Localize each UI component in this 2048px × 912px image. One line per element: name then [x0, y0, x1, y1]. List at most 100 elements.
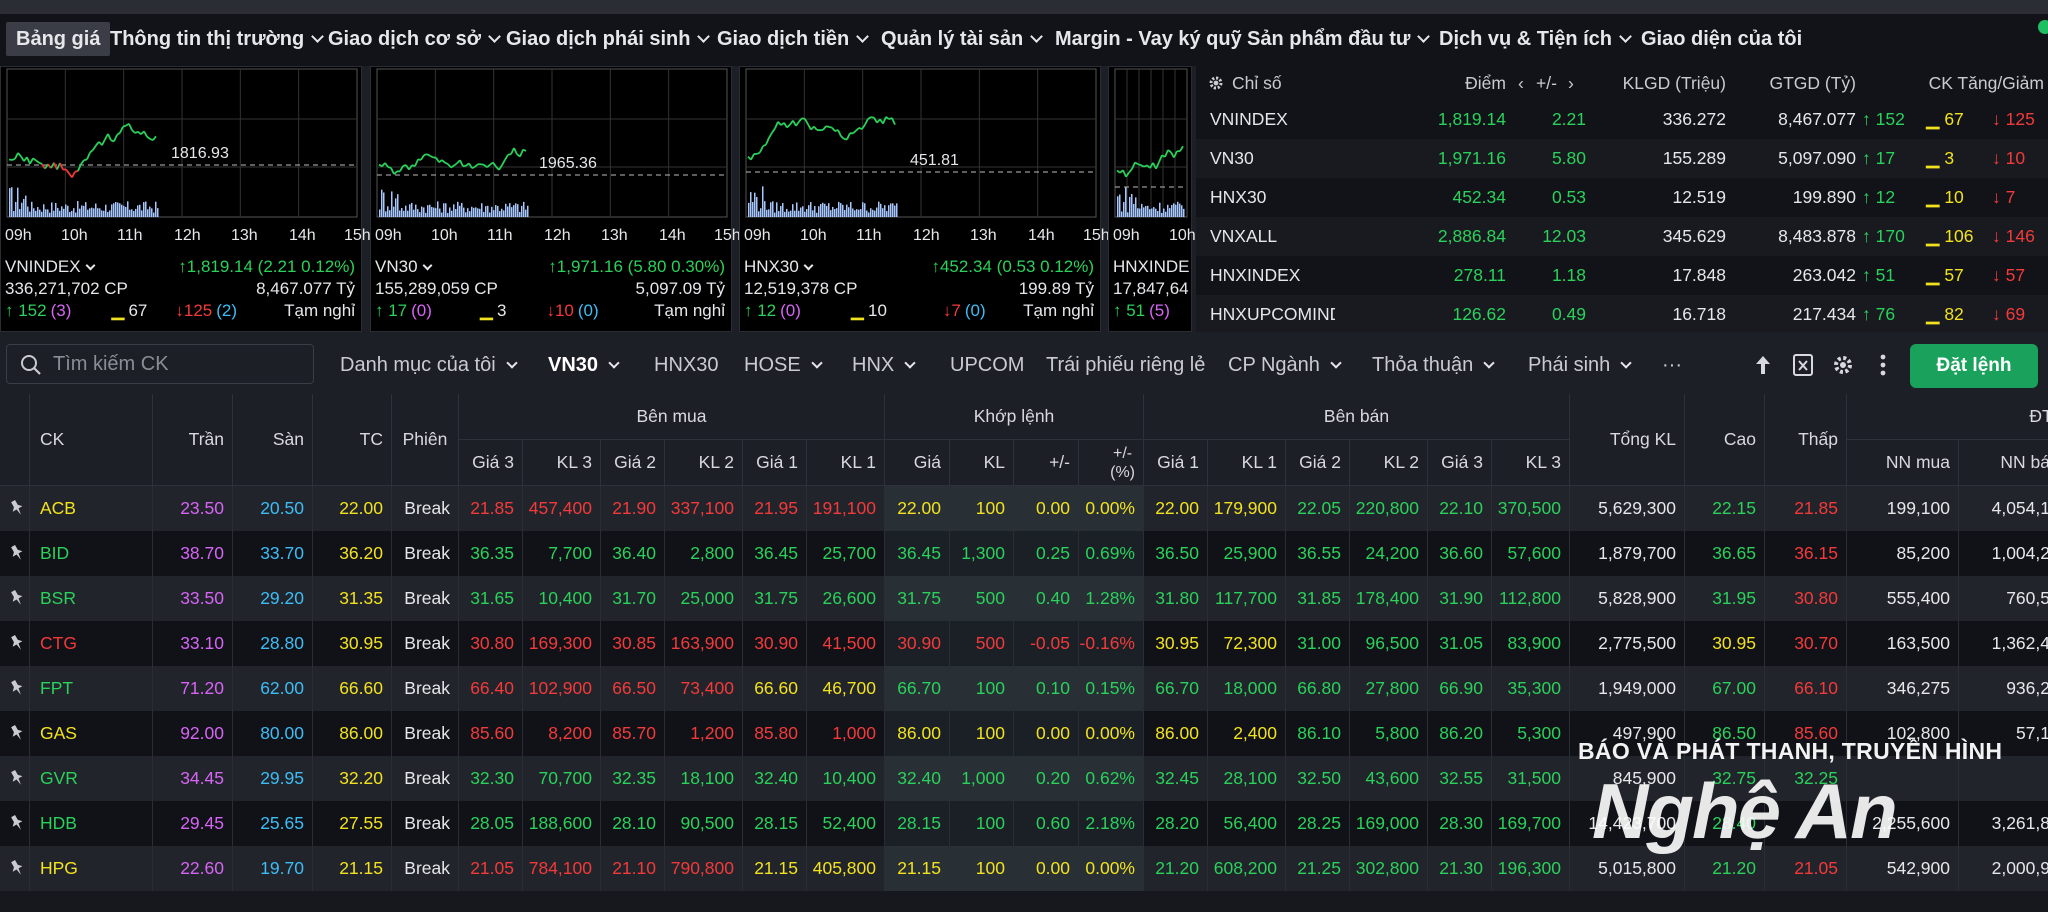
index-chart-card[interactable]: 1816.93 09h 10h 11h 12h 13h 14h 15h VNINDEX ↑1,81…	[0, 66, 371, 332]
watchlist-tab-7[interactable]: CP Ngành	[1228, 350, 1342, 380]
watchlist-tab-0[interactable]: Danh mục của tôi	[340, 350, 518, 380]
index-row[interactable]: HNX30 452.34 0.53 12.519 199.890 ↑ 12 ▁ 10 ↓ 7	[1196, 178, 2048, 217]
index-row[interactable]: VN30 1,971.16 5.80 155.289 5,097.090 ↑ 17 ▁ 3 ↓…	[1196, 139, 2048, 178]
nav-item-5[interactable]: Quản lý tài sản	[881, 22, 1044, 56]
watchlist-tab-9[interactable]: Phái sinh	[1528, 350, 1632, 380]
index-volume: 17.848	[1672, 265, 1726, 285]
index-row[interactable]: HNXINDEX 278.11 1.18 17.848 263.042 ↑ 51 ▁ 57 ↓…	[1196, 256, 2048, 295]
volume-bar	[19, 209, 21, 217]
cell-bk2: 790,800	[665, 846, 743, 891]
chevron-right-icon[interactable]: ›	[1568, 66, 1574, 100]
watchlist-tab-8[interactable]: Thỏa thuận	[1372, 350, 1495, 380]
price-line-segment	[11, 158, 16, 161]
volume-bar	[1177, 201, 1179, 217]
volume-bar	[872, 209, 874, 217]
cell-ref: 31.35	[313, 576, 392, 621]
watchlist-tab-3[interactable]: HOSE	[744, 350, 823, 380]
header-match-group: Khớp lệnh	[885, 394, 1144, 440]
pin-cell[interactable]	[0, 621, 30, 666]
cell-ck[interactable]: BID	[30, 531, 153, 576]
price-line-segment	[17, 152, 22, 157]
volume-bar	[892, 203, 894, 217]
pin-cell[interactable]	[0, 846, 30, 891]
index-chart-card[interactable]: 09h 10h HNXINDE 17,847,64 ↑ 51 (5)	[1108, 66, 1196, 332]
nav-item-4[interactable]: Giao dịch tiền	[717, 22, 870, 56]
volume-bar	[846, 204, 848, 217]
volume-bar	[149, 206, 151, 217]
volume-bar	[397, 194, 399, 217]
settings-icon[interactable]	[1830, 352, 1856, 378]
cell-b3: 85.60	[459, 711, 523, 756]
watchlist-tab-10[interactable]: ···	[1662, 350, 1682, 380]
pin-cell[interactable]	[0, 711, 30, 756]
pin-cell[interactable]	[0, 576, 30, 621]
volume-bar	[1145, 206, 1147, 217]
cell-ck[interactable]: BSR	[30, 576, 153, 621]
cell-ck[interactable]: GVR	[30, 756, 153, 801]
search-box[interactable]	[6, 344, 314, 384]
header-ask-sub: KL 3	[1492, 440, 1570, 486]
stock-row[interactable]: ACB 23.50 20.50 22.00 Break 21.85 457,400 21.90…	[0, 486, 2048, 531]
nav-item-3[interactable]: Giao dịch phái sinh	[506, 22, 711, 56]
cell-bk1: 191,100	[807, 486, 885, 531]
index-name[interactable]: VN30	[375, 257, 432, 277]
nav-item-9[interactable]: Giao diện của tôi	[1641, 22, 1802, 56]
cell-ak2: 169,000	[1350, 801, 1428, 846]
index-row[interactable]: HNXUPCOMINDE126.620.4916.718217.434↑ 76▁…	[1196, 295, 2048, 334]
nav-item-2[interactable]: Giao dịch cơ sở	[328, 22, 501, 56]
stock-row[interactable]: BID 38.70 33.70 36.20 Break 36.35 7,700 36.40 2,…	[0, 531, 2048, 576]
watchlist-tab-6[interactable]: Trái phiếu riêng lẻ	[1046, 350, 1205, 380]
nav-item-6[interactable]: Margin - Vay ký quỹ	[1055, 22, 1242, 56]
arrow-up-icon[interactable]	[1750, 352, 1776, 378]
cell-ref: 21.15	[313, 846, 392, 891]
cell-ck[interactable]: FPT	[30, 666, 153, 711]
index-value: 263.042	[1792, 265, 1856, 285]
cell-mc: 0.40	[1014, 576, 1079, 621]
watchlist-tab-4[interactable]: HNX	[852, 350, 916, 380]
nav-item-7[interactable]: Sản phẩm đầu tư	[1247, 22, 1431, 56]
index-row[interactable]: VNINDEX 1,819.14 2.21 336.272 8,467.077 ↑ 152…	[1196, 100, 2048, 139]
advancers-count: ↑ 152	[5, 301, 47, 320]
watchlist-tab-1[interactable]: VN30	[548, 350, 620, 380]
nav-item-0[interactable]: Bảng giá	[6, 22, 111, 56]
index-chart-card[interactable]: 451.81 09h 10h 11h 12h 13h 14h 15h HNX30 ↑452.34 …	[739, 66, 1110, 332]
index-chart-card[interactable]: 1965.36 09h 10h 11h 12h 13h 14h 15h VN30 ↑1,971.1…	[370, 66, 741, 332]
stock-row[interactable]: BSR 33.50 29.20 31.35 Break 31.65 10,400 31.70 2…	[0, 576, 2048, 621]
watchlist-tab-5[interactable]: UPCOM	[950, 350, 1024, 380]
cell-ck[interactable]: HDB	[30, 801, 153, 846]
cell-mp: 32.40	[885, 756, 950, 801]
stock-row[interactable]: CTG 33.10 28.80 30.95 Break 30.80 169,300 30.85…	[0, 621, 2048, 666]
cell-ck[interactable]: GAS	[30, 711, 153, 756]
chevron-left-icon[interactable]: ‹	[1518, 66, 1524, 100]
cell-ck[interactable]: HPG	[30, 846, 153, 891]
cell-ck[interactable]: ACB	[30, 486, 153, 531]
index-row[interactable]: VNXALL 2,886.84 12.03 345.629 8,483.878 ↑ 170…	[1196, 217, 2048, 256]
more-vertical-icon[interactable]	[1870, 352, 1896, 378]
unchanged-count-value: 10	[868, 301, 887, 320]
cell-a2: 21.25	[1286, 846, 1350, 891]
pin-cell[interactable]	[0, 531, 30, 576]
header-ask-sub: Giá 2	[1286, 440, 1350, 486]
pin-cell[interactable]	[0, 756, 30, 801]
pin-cell[interactable]	[0, 486, 30, 531]
chevron-down-icon	[811, 357, 823, 369]
index-name[interactable]: HNXINDE	[1113, 257, 1190, 277]
place-order-button[interactable]: Đặt lệnh	[1910, 344, 2038, 388]
price-line-segment	[501, 159, 506, 166]
watchlist-tab-2[interactable]: HNX30	[654, 350, 718, 380]
nav-item-8[interactable]: Dịch vụ & Tiện ích	[1439, 22, 1632, 56]
price-line-segment	[71, 171, 76, 178]
volume-bar	[21, 202, 23, 217]
cell-ck[interactable]: CTG	[30, 621, 153, 666]
stock-row[interactable]: FPT 71.20 62.00 66.60 Break 66.40 102,900 66.50…	[0, 666, 2048, 711]
pin-cell[interactable]	[0, 666, 30, 711]
gear-icon[interactable]	[1208, 66, 1226, 100]
nav-item-1[interactable]: Thông tin thị trường	[110, 22, 325, 56]
index-name[interactable]: HNX30	[744, 257, 814, 277]
cell-mp: 66.70	[885, 666, 950, 711]
cell-floor: 33.70	[233, 531, 313, 576]
excel-export-icon[interactable]	[1790, 352, 1816, 378]
pin-cell[interactable]	[0, 801, 30, 846]
index-name[interactable]: VNINDEX	[5, 257, 96, 277]
search-input[interactable]	[53, 345, 308, 383]
